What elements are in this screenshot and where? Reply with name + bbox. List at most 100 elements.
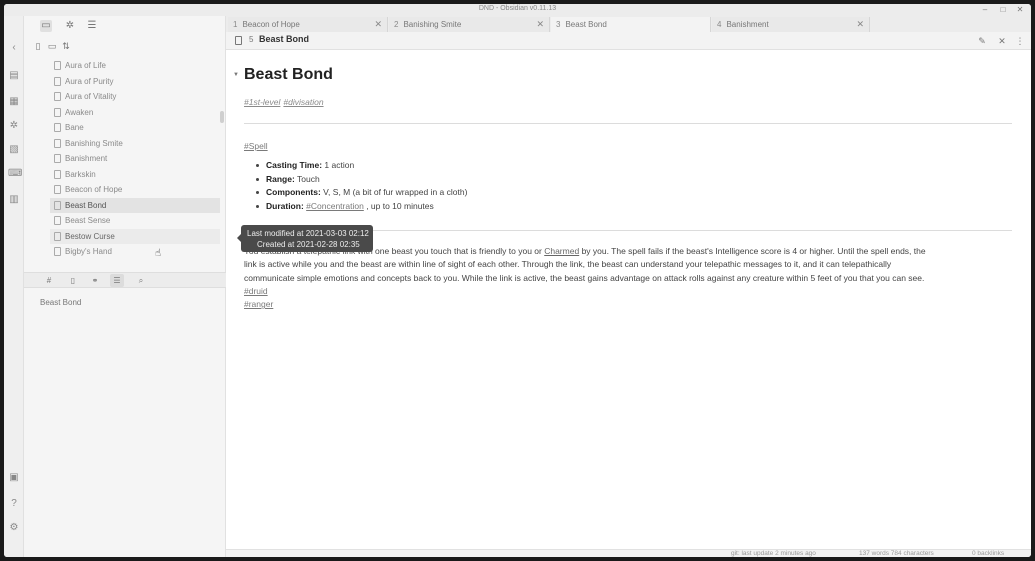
outline-heading-item[interactable]: Beast Bond bbox=[40, 298, 81, 307]
help-icon[interactable]: ? bbox=[8, 498, 20, 510]
tab-banishing-smite[interactable]: 2 Banishing Smite ✕ bbox=[389, 17, 550, 32]
file-info-tooltip: Last modified at 2021-03-03 02:12 Create… bbox=[237, 225, 373, 252]
description-line: communicate simple emotions and concepts… bbox=[244, 272, 925, 283]
druid-tag-link[interactable]: #druid bbox=[244, 286, 268, 296]
collapse-heading-icon[interactable]: ▼ bbox=[233, 72, 239, 78]
view-header: 5 Beast Bond ✎ ✕ ⋮ bbox=[226, 32, 1031, 50]
file-icon bbox=[54, 123, 61, 132]
file-icon bbox=[54, 247, 61, 256]
sidebar-bottom-tabs: # ▯ ⚭ ☰ ⌕ bbox=[24, 272, 226, 288]
open-quick-switcher-icon[interactable]: ▤ bbox=[8, 70, 20, 82]
file-item[interactable]: Aura of Life bbox=[50, 58, 220, 73]
file-icon bbox=[54, 154, 61, 163]
file-list: Aura of Life Aura of Purity Aura of Vita… bbox=[24, 56, 226, 270]
file-item-hovered[interactable]: Bestow Curse bbox=[50, 228, 220, 244]
tab-beast-bond[interactable]: 3 Beast Bond bbox=[551, 17, 711, 32]
file-item[interactable]: Bigby's Hand bbox=[50, 244, 220, 259]
charmed-link[interactable]: Charmed bbox=[544, 246, 579, 256]
mouse-pointer-icon: ☝ bbox=[155, 248, 162, 259]
concentration-link[interactable]: #Concentration bbox=[306, 201, 364, 211]
list-item: Range: Touch bbox=[256, 174, 756, 188]
tooltip-modified: Last modified at 2021-03-03 02:12 bbox=[247, 229, 369, 238]
file-item[interactable]: Barkskin bbox=[50, 167, 220, 182]
view-number: 5 bbox=[249, 35, 254, 44]
file-item[interactable]: Beast Sense bbox=[50, 213, 220, 228]
file-icon bbox=[54, 76, 61, 86]
close-pane-icon[interactable]: ✕ bbox=[996, 34, 1008, 48]
divider bbox=[244, 123, 1012, 124]
file-item[interactable]: Bane bbox=[50, 120, 220, 135]
tab-banishment[interactable]: 4 Banishment ✕ bbox=[712, 17, 870, 32]
more-options-icon[interactable]: ⋮ bbox=[1014, 34, 1026, 48]
close-window-icon[interactable]: ✕ bbox=[1012, 4, 1028, 16]
collapse-arrow-icon[interactable]: ‹ bbox=[8, 42, 20, 54]
new-folder-icon[interactable]: ▭ bbox=[46, 40, 58, 52]
file-item[interactable]: Aura of Purity bbox=[50, 74, 220, 89]
edit-pencil-icon[interactable]: ✎ bbox=[976, 34, 988, 48]
ranger-tag-link[interactable]: #ranger bbox=[244, 299, 273, 309]
note-tags: #1st-level #divisation bbox=[244, 97, 327, 107]
note-preview: ▼ Beast Bond #1st-level #divisation #Spel… bbox=[226, 50, 1031, 549]
minimize-icon[interactable]: – bbox=[977, 4, 993, 16]
git-status[interactable]: git: last update 2 minutes ago bbox=[731, 550, 816, 557]
file-explorer-sidebar: ▭ ✲ ☰ ▯ ▭ ⇅ Aura of Life Aura of Purity … bbox=[24, 16, 226, 557]
backlinks-count[interactable]: 0 backlinks bbox=[972, 550, 1004, 557]
open-vault-icon[interactable]: ▣ bbox=[8, 472, 20, 484]
search-tab-icon[interactable]: ✲ bbox=[64, 20, 76, 32]
markdown-import-icon[interactable]: ▥ bbox=[8, 194, 20, 206]
tab-beacon-of-hope[interactable]: 1 Beacon of Hope ✕ bbox=[228, 17, 388, 32]
file-icon bbox=[54, 185, 61, 194]
title-bar: DND - Obsidian v0.11.13 – □ ✕ bbox=[4, 4, 1031, 16]
file-item[interactable]: Beacon of Hope bbox=[50, 182, 220, 197]
status-bar: git: last update 2 minutes ago 137 words… bbox=[226, 549, 1031, 557]
sidebar-top-tabs: ▭ ✲ ☰ bbox=[24, 16, 226, 36]
note-title: Beast Bond bbox=[244, 66, 333, 83]
spell-description: You establish a telepathic link with one… bbox=[244, 245, 1014, 311]
tooltip-created: Created at 2021-02-28 02:35 bbox=[257, 240, 360, 249]
file-icon bbox=[54, 216, 61, 225]
file-icon bbox=[54, 61, 61, 70]
file-list-scrollbar[interactable] bbox=[220, 111, 224, 123]
file-tab-icon[interactable]: ▯ bbox=[66, 274, 80, 287]
templates-icon[interactable]: ▧ bbox=[8, 144, 20, 156]
file-icon bbox=[54, 169, 61, 179]
file-icon bbox=[54, 92, 61, 101]
maximize-icon[interactable]: □ bbox=[995, 4, 1011, 16]
links-tab-icon[interactable]: ⚭ bbox=[88, 274, 102, 287]
app-window: DND - Obsidian v0.11.13 – □ ✕ ‹ ▤ ▦ ✲ ▧ … bbox=[4, 4, 1031, 557]
search-icon[interactable]: ⌕ bbox=[134, 274, 148, 287]
file-item[interactable]: Aura of Vitality bbox=[50, 89, 220, 104]
file-icon bbox=[54, 231, 61, 241]
left-ribbon: ‹ ▤ ▦ ✲ ▧ ⌨ ▥ ▣ ? ⚙ bbox=[4, 16, 24, 557]
close-tab-icon[interactable]: ✕ bbox=[856, 17, 864, 32]
file-item[interactable]: Banishment bbox=[50, 151, 220, 166]
word-count: 137 words 784 characters bbox=[859, 550, 934, 557]
file-icon bbox=[54, 200, 61, 210]
new-note-icon[interactable]: ▯ bbox=[32, 40, 44, 52]
file-icon bbox=[54, 138, 61, 148]
tag-link[interactable]: #1st-level bbox=[244, 97, 280, 107]
view-title[interactable]: Beast Bond bbox=[259, 34, 309, 44]
starred-tab-icon[interactable]: ☰ bbox=[86, 20, 98, 32]
tags-tab-icon[interactable]: # bbox=[42, 274, 56, 287]
window-title: DND - Obsidian v0.11.13 bbox=[478, 5, 557, 12]
close-tab-icon[interactable]: ✕ bbox=[374, 17, 382, 32]
tag-link[interactable]: #divisation bbox=[283, 97, 323, 107]
outline-tab-icon[interactable]: ☰ bbox=[110, 274, 124, 287]
graph-view-icon[interactable]: ✲ bbox=[8, 120, 20, 132]
settings-gear-icon[interactable]: ⚙ bbox=[8, 522, 20, 534]
file-item[interactable]: Awaken bbox=[50, 105, 220, 120]
file-item-active[interactable]: Beast Bond bbox=[50, 197, 220, 213]
close-tab-icon[interactable]: ✕ bbox=[536, 17, 544, 32]
document-icon bbox=[235, 36, 242, 45]
description-line: link is active while you and the beast a… bbox=[244, 259, 892, 270]
list-item: Casting Time: 1 action bbox=[256, 160, 756, 174]
files-tab-icon[interactable]: ▭ bbox=[40, 20, 52, 32]
spell-tag-link[interactable]: #Spell bbox=[244, 141, 268, 151]
tab-bar: 1 Beacon of Hope ✕ 2 Banishing Smite ✕ 3 Be… bbox=[226, 16, 1031, 32]
sort-icon[interactable]: ⇅ bbox=[60, 40, 72, 52]
daily-note-icon[interactable]: ▦ bbox=[8, 96, 20, 108]
file-item[interactable]: Banishing Smite bbox=[50, 136, 220, 151]
file-explorer-toolbar: ▯ ▭ ⇅ bbox=[24, 38, 226, 54]
command-palette-icon[interactable]: ⌨ bbox=[8, 168, 22, 180]
